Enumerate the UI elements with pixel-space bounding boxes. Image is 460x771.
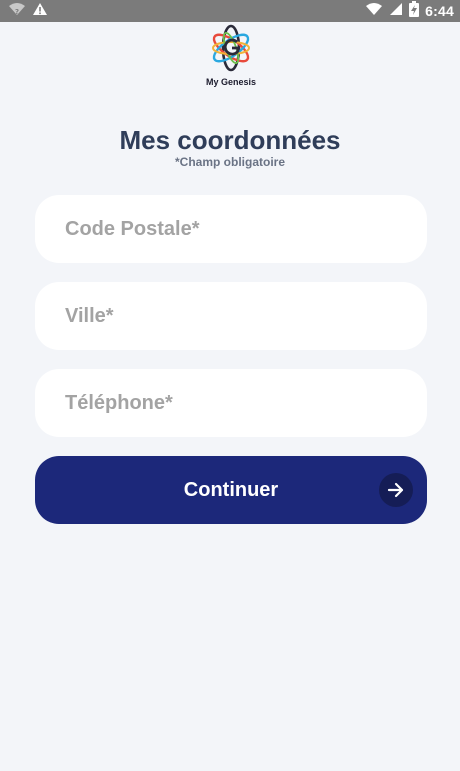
postal-code-input[interactable] (65, 217, 427, 241)
status-time: 6:44 (425, 3, 454, 19)
app-logo: My Genesis (200, 24, 262, 87)
page-title: Mes coordonnées (119, 125, 341, 155)
status-bar-left: ? (8, 2, 48, 21)
city-field[interactable] (35, 282, 427, 350)
arrow-right-icon (379, 473, 413, 507)
continue-button[interactable]: Continuer (35, 456, 427, 524)
phone-input[interactable] (65, 391, 427, 415)
required-field-note: *Champ obligatoire (174, 155, 285, 169)
status-bar: ? 6:44 (0, 0, 460, 22)
wifi-question-icon: ? (8, 2, 26, 21)
phone-field[interactable] (35, 369, 427, 437)
status-bar-right: 6:44 (365, 0, 454, 22)
continue-label: Continuer (183, 478, 279, 501)
battery-charging-icon (409, 0, 420, 22)
warning-icon (32, 2, 48, 21)
signal-icon (389, 2, 403, 21)
svg-text:?: ? (15, 8, 19, 16)
genesis-logo-icon (209, 24, 253, 77)
logo-label: My Genesis (205, 77, 257, 87)
postal-code-field[interactable] (35, 195, 427, 263)
wifi-icon (365, 2, 383, 21)
city-input[interactable] (65, 304, 427, 328)
